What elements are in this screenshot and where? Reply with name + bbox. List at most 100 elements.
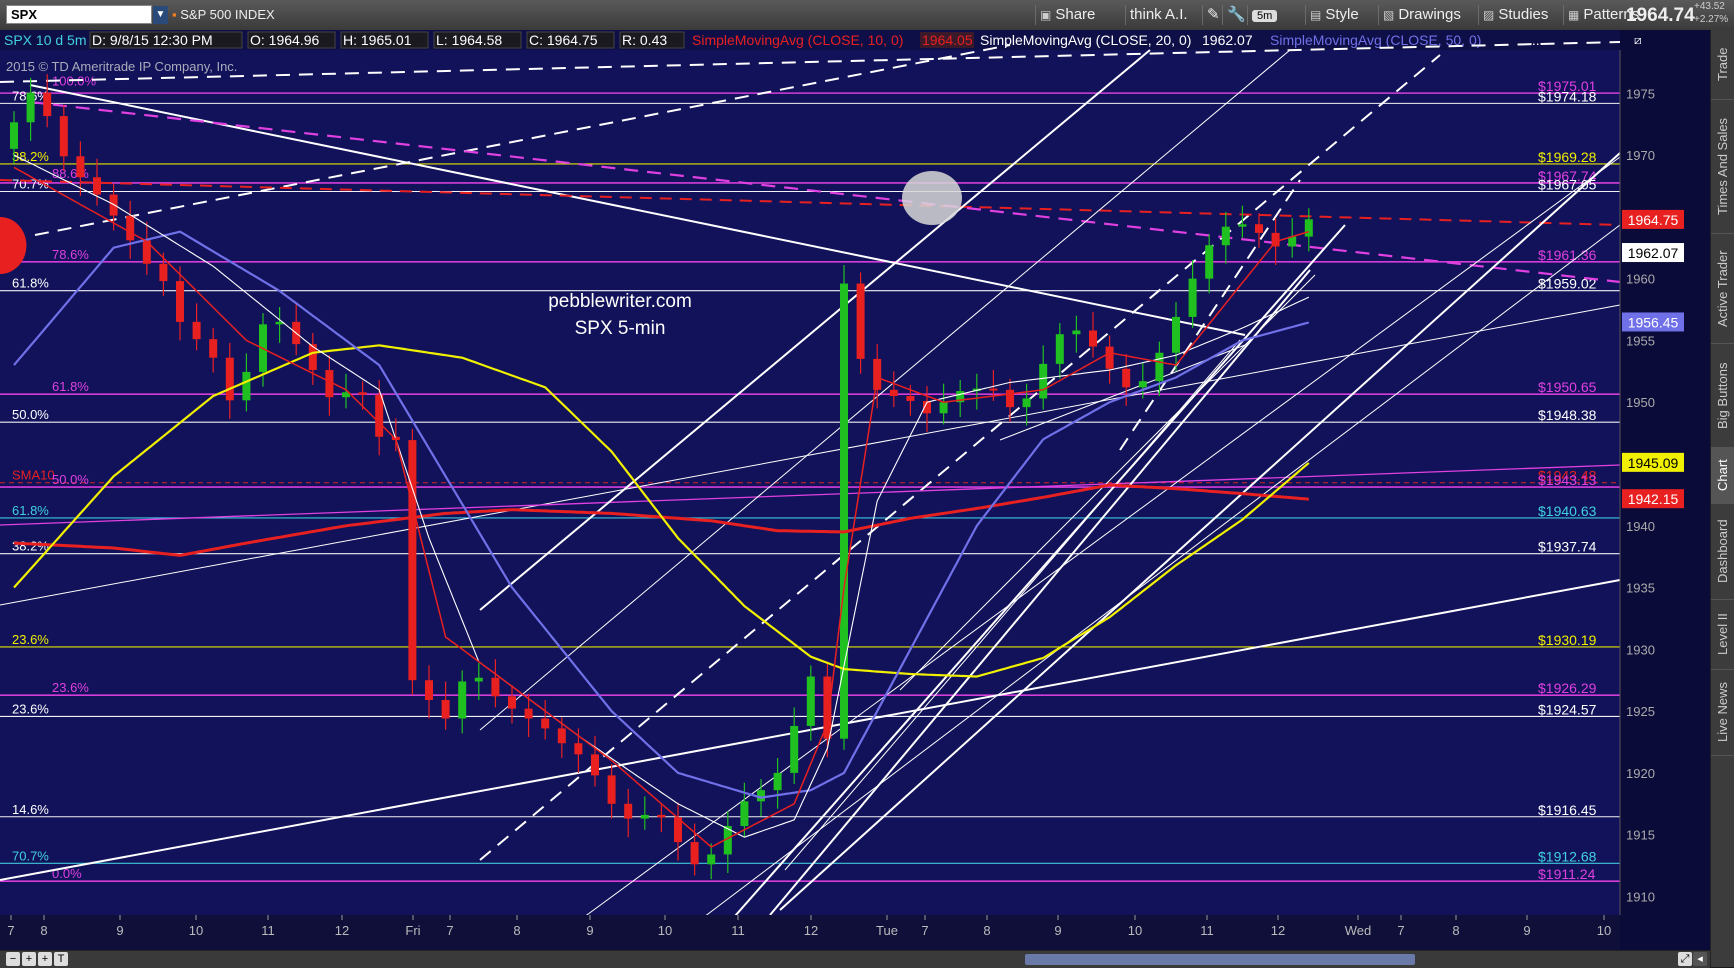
candle-body	[59, 116, 68, 157]
fib-label: 38.2%	[12, 539, 49, 554]
candle-body	[607, 775, 616, 804]
symbol-description: ▪ S&P 500 INDEX	[172, 7, 275, 22]
sidebar-tab-chart[interactable]: Chart	[1711, 448, 1734, 504]
wrench-icon[interactable]: 🔧	[1222, 5, 1250, 25]
time-axis-tick: 10	[189, 923, 203, 938]
time-axis: 7 8 9 10 11 12 Fri 7 8 9 10 11 12 Tue 7 8 9 10 11 12 Wed 7 8 9 1…	[0, 915, 1620, 950]
candle-body	[408, 440, 417, 681]
patterns-icon: ▦	[1568, 8, 1580, 22]
candle-body	[591, 754, 599, 776]
highlight-circle	[902, 171, 962, 225]
price-level-label: $1967.05	[1538, 176, 1597, 192]
price-box-label: 1964.75	[1628, 212, 1679, 228]
price-box-label: 1956.45	[1628, 314, 1679, 330]
share-icon: ▣	[1040, 8, 1052, 22]
price-chart[interactable]: SPX 10 d 5m D: 9/8/15 12:30 PM O: 1964.96 H…	[0, 30, 1710, 950]
sidebar-tab-live-news[interactable]: Live News	[1711, 670, 1734, 756]
edit-icon[interactable]: ✎	[1202, 5, 1224, 25]
candle-body	[491, 677, 500, 697]
candle-body	[1122, 368, 1131, 388]
price-change-percent: +2.27%	[1694, 14, 1729, 25]
sidebar-tab-trade[interactable]: Trade	[1711, 30, 1734, 100]
header-date: D: 9/8/15 12:30 PM	[92, 32, 213, 48]
candle-body	[209, 339, 218, 358]
sidebar-tab-active-trader[interactable]: Active Trader	[1711, 234, 1734, 344]
time-axis-tick: 8	[513, 923, 520, 938]
sidebar-tab-level-ii[interactable]: Level II	[1711, 600, 1734, 670]
price-axis-tick: 1950	[1626, 395, 1655, 410]
symbol-input[interactable]	[6, 5, 152, 24]
candle-body	[93, 177, 101, 195]
price-box-label: 1945.09	[1628, 455, 1679, 471]
drawings-button[interactable]: ▧ Drawings	[1378, 5, 1465, 25]
sidebar-tab-big-buttons[interactable]: Big Buttons	[1711, 344, 1734, 448]
crosshair-icon[interactable]: +	[38, 952, 52, 966]
sidebar-tab-dashboard[interactable]: Dashboard	[1711, 504, 1734, 600]
price-level-label: $1926.29	[1538, 680, 1597, 696]
time-axis-tick: 12	[1271, 923, 1285, 938]
chart-header: SPX 10 d 5m D: 9/8/15 12:30 PM O: 1964.96 H…	[0, 30, 1642, 50]
fib-label: 23.6%	[52, 680, 89, 695]
zoom-out-icon[interactable]: −	[6, 952, 20, 966]
copyright-text: 2015 © TD Ameritrade IP Company, Inc.	[6, 59, 237, 74]
price-axis-tick: 1940	[1626, 519, 1655, 534]
header-close: C: 1964.75	[529, 32, 598, 48]
candle-body	[1155, 352, 1164, 382]
think-ai-button[interactable]: think A.I.	[1125, 5, 1192, 25]
time-axis-tick: 9	[116, 923, 123, 938]
style-button[interactable]: ▤ Style	[1305, 5, 1363, 25]
candle-body	[1089, 330, 1097, 347]
price-axis-tick: 1920	[1626, 766, 1655, 781]
symbol-name-label: S&P 500 INDEX	[180, 7, 275, 22]
studies-icon: ▨	[1483, 8, 1495, 22]
price-axis-tick: 1910	[1626, 889, 1655, 904]
fib-label: 23.6%	[12, 632, 49, 647]
chart-scrollbar[interactable]	[1025, 954, 1415, 965]
candle-body	[126, 215, 135, 241]
price-change: +43.52	[1694, 1, 1725, 12]
sidebar: Trade Times And Sales Active Trader Big But…	[1710, 30, 1734, 967]
toolbar: ▼ ▪ S&P 500 INDEX ▣Share think A.I. ▤Style…	[0, 0, 1734, 31]
candle-body	[1172, 316, 1180, 353]
studies-button[interactable]: ▨ Studies	[1478, 5, 1552, 25]
candle-body	[989, 388, 998, 391]
price-axis-tick: 1925	[1626, 704, 1655, 719]
share-button[interactable]: ▣ Share	[1035, 5, 1099, 25]
time-axis-tick: Tue	[876, 923, 898, 938]
header-sma20-label: SimpleMovingAvg (CLOSE, 20, 0)	[980, 32, 1191, 48]
price-level-label: $1937.74	[1538, 539, 1597, 555]
expand-icon[interactable]: ⤢	[1678, 952, 1692, 966]
candle-body	[458, 681, 467, 719]
candle-body	[76, 156, 85, 178]
time-axis-tick: 10	[658, 923, 672, 938]
header-sma20-value: 1962.07	[1202, 32, 1253, 48]
drawings-icon: ▧	[1383, 8, 1395, 22]
interval-label: 5m	[1252, 10, 1278, 22]
fib-label: 78.6%	[52, 247, 89, 262]
fib-label: 61.8%	[52, 379, 89, 394]
price-axis-tick: 1960	[1626, 272, 1655, 287]
time-axis-tick: 8	[40, 923, 47, 938]
chart-settings-icon: ⧄	[1634, 33, 1642, 47]
sidebar-tab-times-and-sales[interactable]: Times And Sales	[1711, 100, 1734, 234]
candle-body	[1105, 346, 1114, 369]
candle-body	[1255, 224, 1263, 233]
header-sma10-value: 1964.05	[922, 32, 973, 48]
text-tool-icon[interactable]: T	[54, 952, 68, 966]
fib-label: 61.8%	[12, 276, 49, 291]
candle-body	[889, 389, 898, 396]
scroll-left-icon[interactable]: ◂	[1693, 952, 1707, 966]
time-axis-tick: Wed	[1345, 923, 1372, 938]
candle-body	[43, 92, 52, 117]
time-axis-tick: 7	[7, 923, 14, 938]
zoom-in-icon[interactable]: +	[22, 952, 36, 966]
candle-body	[26, 92, 35, 123]
candle-body	[1055, 334, 1064, 364]
interval-selector[interactable]: 5m	[1247, 5, 1281, 25]
think-ai-button-label: think A.I.	[1130, 6, 1188, 23]
symbol-dropdown-icon[interactable]: ▼	[153, 6, 168, 24]
header-range: R: 0.43	[622, 32, 667, 48]
price-axis-tick: 1970	[1626, 148, 1655, 163]
candle-body	[1138, 381, 1147, 388]
candle-body	[1006, 389, 1014, 408]
